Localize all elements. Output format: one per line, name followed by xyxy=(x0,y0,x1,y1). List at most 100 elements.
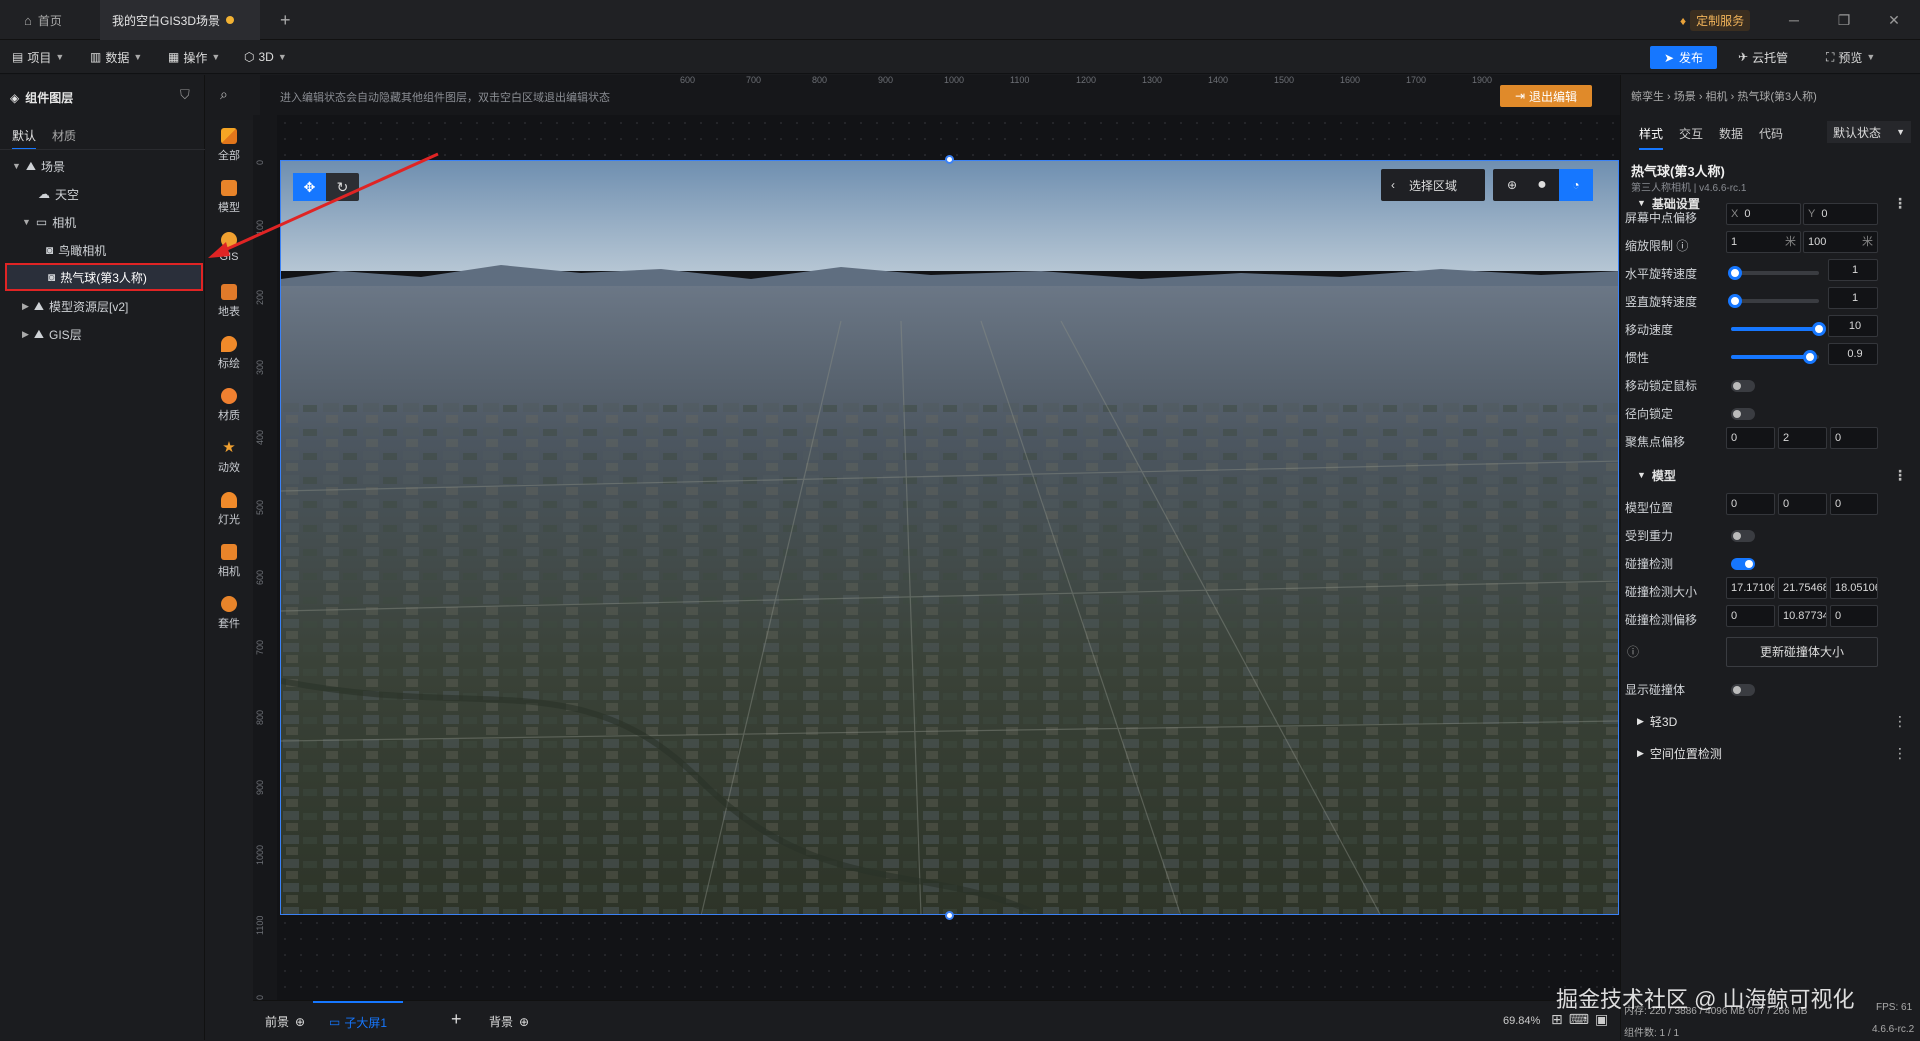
mode-menu[interactable]: ⬡ 3D ▼ xyxy=(244,48,287,66)
orbit-icon[interactable]: ◔ xyxy=(1559,169,1593,201)
tree-item-gis-layer[interactable]: ▶ ⛰ GIS层 xyxy=(0,321,205,347)
label: 移动速度 xyxy=(1625,323,1674,337)
main-toolbar: ▤ 项目 ▼ ▥ 数据 ▼ ▦ 操作 ▼ ⬡ 3D ▼ ➤ 发布 ✈ 云托管 ⛶ 预览 ▼ xyxy=(0,40,1920,74)
ruler-tick-label: 1000 xyxy=(944,75,965,85)
ruler-tick-label: 300 xyxy=(255,359,265,375)
tree-label: 热气球(第3人称) xyxy=(60,270,147,285)
category-kit[interactable]: 套件 xyxy=(205,596,253,631)
more-icon[interactable]: ⋮ xyxy=(1893,745,1907,762)
add-screen-button[interactable]: + xyxy=(451,1009,462,1030)
zoom-level[interactable]: 69.84% xyxy=(1503,1015,1540,1027)
exit-icon: ⇥ xyxy=(1514,89,1526,103)
preview-button[interactable]: ⛶ 预览 ▼ xyxy=(1826,48,1875,66)
collision-offset-z-input[interactable]: 0 xyxy=(1830,605,1878,627)
collision-size-x-input[interactable]: 17.1710653 xyxy=(1726,577,1775,599)
data-menu[interactable]: ▥ 数据 ▼ xyxy=(90,48,142,66)
scene-viewport[interactable]: ✥ ↻ ‹ 选择区域 ⊕ ● ◔ xyxy=(280,160,1619,915)
tree-item-balloon-selected[interactable]: ◙ 热气球(第3人称) xyxy=(5,263,203,291)
cube-icon: ⬡ xyxy=(244,50,255,64)
tab-code[interactable]: 代码 xyxy=(1759,125,1783,142)
close-icon[interactable]: ✕ xyxy=(1884,10,1904,30)
focus-offset-z-input[interactable]: 0 xyxy=(1830,427,1878,449)
restore-icon[interactable]: ❐ xyxy=(1834,10,1854,30)
custom-service-button[interactable]: ♦ 定制服务 xyxy=(1680,10,1751,31)
category-light[interactable]: 灯光 xyxy=(205,492,253,527)
gravity-toggle[interactable] xyxy=(1731,530,1755,542)
focus-offset-y-input[interactable]: 2 xyxy=(1778,427,1827,449)
resize-handle-bottom[interactable] xyxy=(945,911,954,920)
foreground-button[interactable]: 前景 ⊕ xyxy=(265,1013,305,1030)
tree-item-scene[interactable]: ▼ ⛰ 场景 xyxy=(0,153,205,179)
radial-lock-toggle[interactable] xyxy=(1731,408,1755,420)
move-speed-input[interactable]: 10 xyxy=(1828,315,1878,337)
more-icon[interactable]: ⋮ xyxy=(1893,467,1907,484)
collision-toggle[interactable] xyxy=(1731,558,1755,570)
tab-data[interactable]: 数据 xyxy=(1719,125,1743,142)
model-pos-y-input[interactable]: 0 xyxy=(1778,493,1827,515)
tree-item-bird-camera[interactable]: ◙ 鸟瞰相机 xyxy=(0,237,205,263)
offset-y-input[interactable]: Y0 xyxy=(1803,203,1878,225)
operate-menu[interactable]: ▦ 操作 ▼ xyxy=(168,48,220,66)
v-rotation-slider[interactable] xyxy=(1728,294,1819,308)
tree-item-sky[interactable]: ☁ 天空 xyxy=(0,181,205,207)
layers-icon: ◈ xyxy=(10,90,20,105)
collision-offset-y-input[interactable]: 10.877342 xyxy=(1778,605,1827,627)
category-terrain[interactable]: 地表 xyxy=(205,284,253,319)
model-pos-x-input[interactable]: 0 xyxy=(1726,493,1775,515)
category-camera[interactable]: 相机 xyxy=(205,544,253,579)
globe-icon[interactable]: ⊕ xyxy=(1497,169,1527,201)
inertia-slider[interactable] xyxy=(1731,350,1819,364)
tab-interaction[interactable]: 交互 xyxy=(1679,125,1703,142)
exit-edit-button[interactable]: ⇥ 退出编辑 xyxy=(1500,85,1592,107)
section-space-detect[interactable]: ▶ 空间位置检测 ⋮ xyxy=(1621,737,1920,769)
show-collider-toggle[interactable] xyxy=(1731,684,1755,696)
help-icon[interactable]: ⓘ xyxy=(1627,643,1639,660)
category-effect[interactable]: ★ 动效 xyxy=(205,440,253,475)
label: 惯性 xyxy=(1625,351,1650,365)
v-rotation-input[interactable]: 1 xyxy=(1828,287,1878,309)
move-speed-slider[interactable] xyxy=(1731,322,1826,336)
section-model[interactable]: ▼ 模型 ⋮ xyxy=(1621,459,1920,491)
model-pos-z-input[interactable]: 0 xyxy=(1830,493,1878,515)
tree-item-model-layer[interactable]: ▶ ⛰ 模型资源层[v2] xyxy=(0,293,205,319)
tab-style[interactable]: 样式 xyxy=(1639,125,1664,150)
zoom-min-input[interactable]: 1米 xyxy=(1726,231,1801,253)
state-select[interactable]: 默认状态 ▼ xyxy=(1827,121,1911,143)
category-material[interactable]: 材质 xyxy=(205,388,253,423)
filter-icon[interactable]: ⛉ xyxy=(180,87,190,103)
collision-size-y-input[interactable]: 21.754685 xyxy=(1778,577,1827,599)
collision-size-z-input[interactable]: 18.051065 xyxy=(1830,577,1878,599)
more-icon[interactable]: ⋮ xyxy=(1893,713,1907,730)
sphere-icon[interactable]: ● xyxy=(1527,169,1557,201)
tab-scene[interactable]: 我的空白GIS3D场景 xyxy=(100,0,260,40)
select-area-button[interactable]: ‹ 选择区域 xyxy=(1381,169,1485,201)
background-button[interactable]: 背景 ⊕ xyxy=(489,1013,529,1030)
category-mark[interactable]: 标绘 xyxy=(205,336,253,371)
update-collider-button[interactable]: 更新碰撞体大小 xyxy=(1726,637,1878,667)
focus-offset-x-input[interactable]: 0 xyxy=(1726,427,1775,449)
tab-default[interactable]: 默认 xyxy=(12,127,37,150)
screen-tab[interactable]: ▭ 子大屏1 xyxy=(313,1001,403,1041)
view-mode-group: ⊕ ● ◔ xyxy=(1493,169,1593,201)
publish-button[interactable]: ➤ 发布 xyxy=(1650,46,1717,69)
tab-material[interactable]: 材质 xyxy=(52,127,76,144)
section-light3d[interactable]: ▶ 轻3D ⋮ xyxy=(1621,705,1920,737)
h-rotation-input[interactable]: 1 xyxy=(1828,259,1878,281)
cloud-label: 云托管 xyxy=(1752,50,1789,65)
add-tab-button[interactable]: + xyxy=(268,0,303,40)
h-rotation-slider[interactable] xyxy=(1728,266,1819,280)
minimize-icon[interactable]: ─ xyxy=(1784,10,1804,30)
cloud-button[interactable]: ✈ 云托管 xyxy=(1738,48,1788,66)
zoom-max-input[interactable]: 100 米 xyxy=(1803,231,1878,253)
search-icon[interactable]: ⌕ xyxy=(220,86,228,103)
inertia-input[interactable]: 0.9 xyxy=(1828,343,1878,365)
tab-home[interactable]: ⌂ 首页 xyxy=(12,0,74,40)
project-menu[interactable]: ▤ 项目 ▼ xyxy=(12,48,64,66)
help-icon[interactable]: ⓘ xyxy=(1676,239,1688,253)
tree-item-camera[interactable]: ▼ ▭ 相机 xyxy=(0,209,205,235)
offset-x-input[interactable]: X0 xyxy=(1726,203,1801,225)
resize-handle-top[interactable] xyxy=(945,155,954,164)
star-icon: ★ xyxy=(222,439,236,456)
move-lock-mouse-toggle[interactable] xyxy=(1731,380,1755,392)
collision-offset-x-input[interactable]: 0 xyxy=(1726,605,1775,627)
